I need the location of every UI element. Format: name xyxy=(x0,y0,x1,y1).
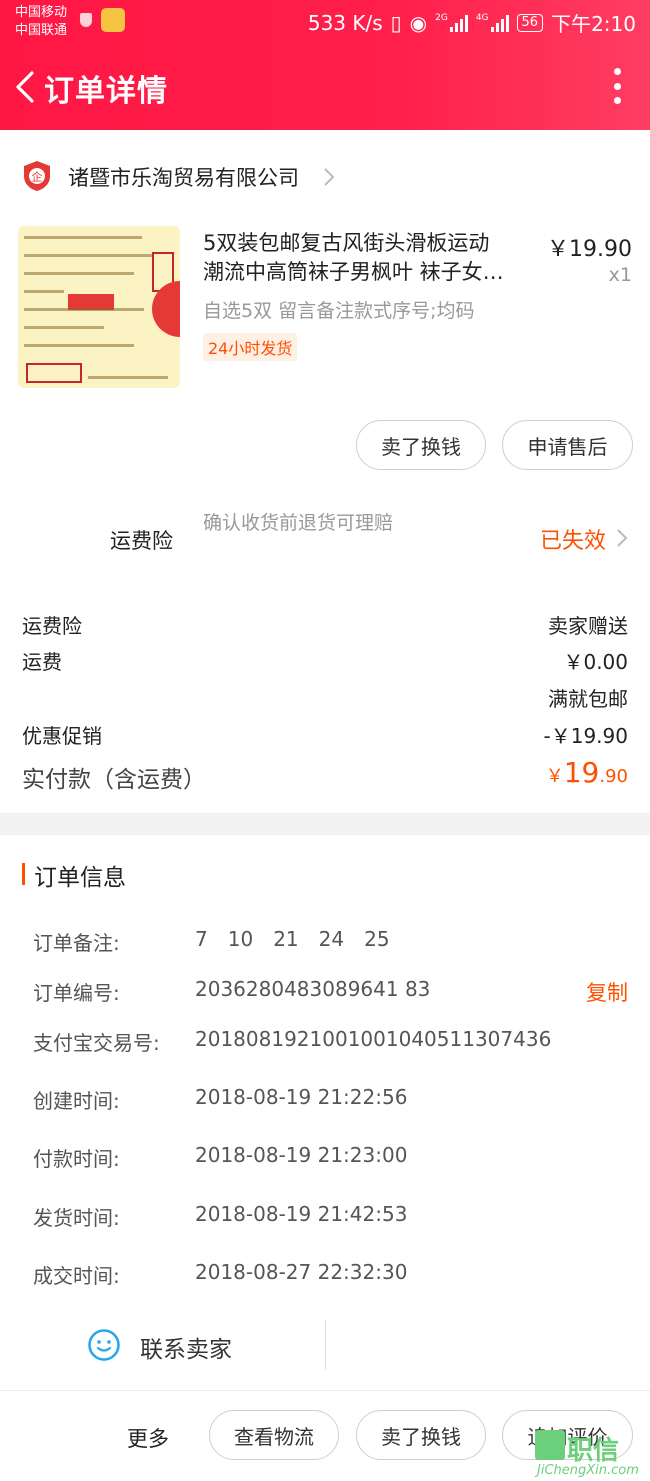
more-vertical-icon[interactable] xyxy=(614,68,622,104)
view-logistics-button[interactable]: 查看物流 xyxy=(209,1410,339,1460)
product-image[interactable] xyxy=(18,226,180,388)
fee-row: 运费险 卖家赠送 xyxy=(22,614,628,638)
order-number: 2036280483089641 83 xyxy=(195,977,431,1001)
product-quantity: x1 xyxy=(608,264,632,286)
sell-exchange-button[interactable]: 卖了换钱 xyxy=(356,1410,486,1460)
alipay-number: 2018081921001001040511307436 xyxy=(195,1027,552,1051)
status-bar: 中国移动 中国联通 533 K/s ▯ ◉ 2G 4G 56 下午2:10 xyxy=(0,0,650,44)
insurance-label: 运费险 xyxy=(110,529,173,553)
order-number-row: 订单编号: 2036280483089641 83 复制 xyxy=(33,977,628,1007)
nav-bar: 订单详情 xyxy=(0,52,650,122)
more-button[interactable]: 更多 xyxy=(127,1423,169,1453)
watermark-logo: 职信 JiChengXin.com xyxy=(535,1430,650,1481)
shop-row[interactable]: 企 诸暨市乐淘贸易有限公司 xyxy=(0,148,650,206)
contact-seller-button[interactable]: 联系卖家 xyxy=(140,1330,232,1364)
order-note-values: 7 10 21 24 25 xyxy=(195,927,390,951)
shipped-time-row: 发货时间: 2018-08-19 21:42:53 xyxy=(33,1202,408,1230)
product-price: ￥19.90 xyxy=(547,237,632,262)
page-title: 订单详情 xyxy=(44,74,168,109)
total-label: 实付款（含运费） xyxy=(22,767,206,793)
eye-icon: ◉ xyxy=(409,10,428,35)
accent-bar xyxy=(22,863,25,885)
product-sku: 自选5双 留言备注款式序号;均码 xyxy=(203,300,475,322)
alipay-number-row: 支付宝交易号: 2018081921001001040511307436 xyxy=(33,1027,552,1055)
carrier-2: 中国联通 xyxy=(15,23,68,38)
svg-text:企: 企 xyxy=(32,170,43,184)
network-speed: 533 K/s xyxy=(307,10,383,35)
after-sale-button[interactable]: 申请售后 xyxy=(502,420,633,470)
fee-row: 优惠促销 -￥19.90 xyxy=(22,724,628,748)
status-indicators: 533 K/s ▯ ◉ 2G 4G 56 下午2:10 xyxy=(308,8,636,37)
completed-time-row: 成交时间: 2018-08-27 22:32:30 xyxy=(33,1260,408,1288)
signal-icon-2: 4G xyxy=(476,13,509,32)
total-amount: ￥19.90 xyxy=(545,756,628,789)
fee-row: 运费 ￥0.00 xyxy=(22,650,628,674)
copy-button[interactable]: 复制 xyxy=(586,977,628,1007)
clock: 下午2:10 xyxy=(551,12,636,36)
order-note-row: 订单备注: 7 10 21 24 25 xyxy=(33,927,628,957)
security-icon xyxy=(80,13,92,27)
battery-icon: 56 xyxy=(516,13,544,32)
insurance-status: 已失效 xyxy=(539,529,606,554)
chat-smile-icon[interactable] xyxy=(87,1328,121,1362)
order-info-title: 订单信息 xyxy=(34,865,126,891)
vibrate-icon: ▯ xyxy=(390,10,402,35)
chevron-right-icon xyxy=(617,529,628,547)
carrier-1: 中国移动 xyxy=(15,5,68,20)
fee-row: 满就包邮 xyxy=(548,687,628,711)
section-divider xyxy=(0,813,650,835)
enterprise-shield-icon: 企 xyxy=(24,161,50,191)
shipping-insurance-row[interactable]: 运费险 确认收货前退货可理赔 已失效 xyxy=(0,505,650,571)
insurance-description: 确认收货前退货可理赔 xyxy=(203,512,394,534)
contact-seller-row: 联系卖家 xyxy=(0,1318,650,1378)
shop-name[interactable]: 诸暨市乐淘贸易有限公司 xyxy=(68,162,299,192)
carriers: 中国移动 中国联通 xyxy=(15,4,67,40)
shipping-badge: 24小时发货 xyxy=(203,333,298,361)
chevron-right-icon xyxy=(324,168,335,186)
product-title[interactable]: 5双装包邮复古风街头滑板运动 潮流中高筒袜子男枫叶 袜子女… xyxy=(203,229,533,287)
divider xyxy=(325,1320,326,1370)
signal-icon: 2G xyxy=(435,13,468,32)
sell-exchange-button[interactable]: 卖了换钱 xyxy=(356,420,486,470)
header: 中国移动 中国联通 533 K/s ▯ ◉ 2G 4G 56 下午2:10 订单… xyxy=(0,0,650,130)
created-time-row: 创建时间: 2018-08-19 21:22:56 xyxy=(33,1085,408,1113)
app-notification-icon xyxy=(101,8,125,32)
paid-time-row: 付款时间: 2018-08-19 21:23:00 xyxy=(33,1143,408,1171)
chevron-left-icon[interactable] xyxy=(12,70,38,104)
